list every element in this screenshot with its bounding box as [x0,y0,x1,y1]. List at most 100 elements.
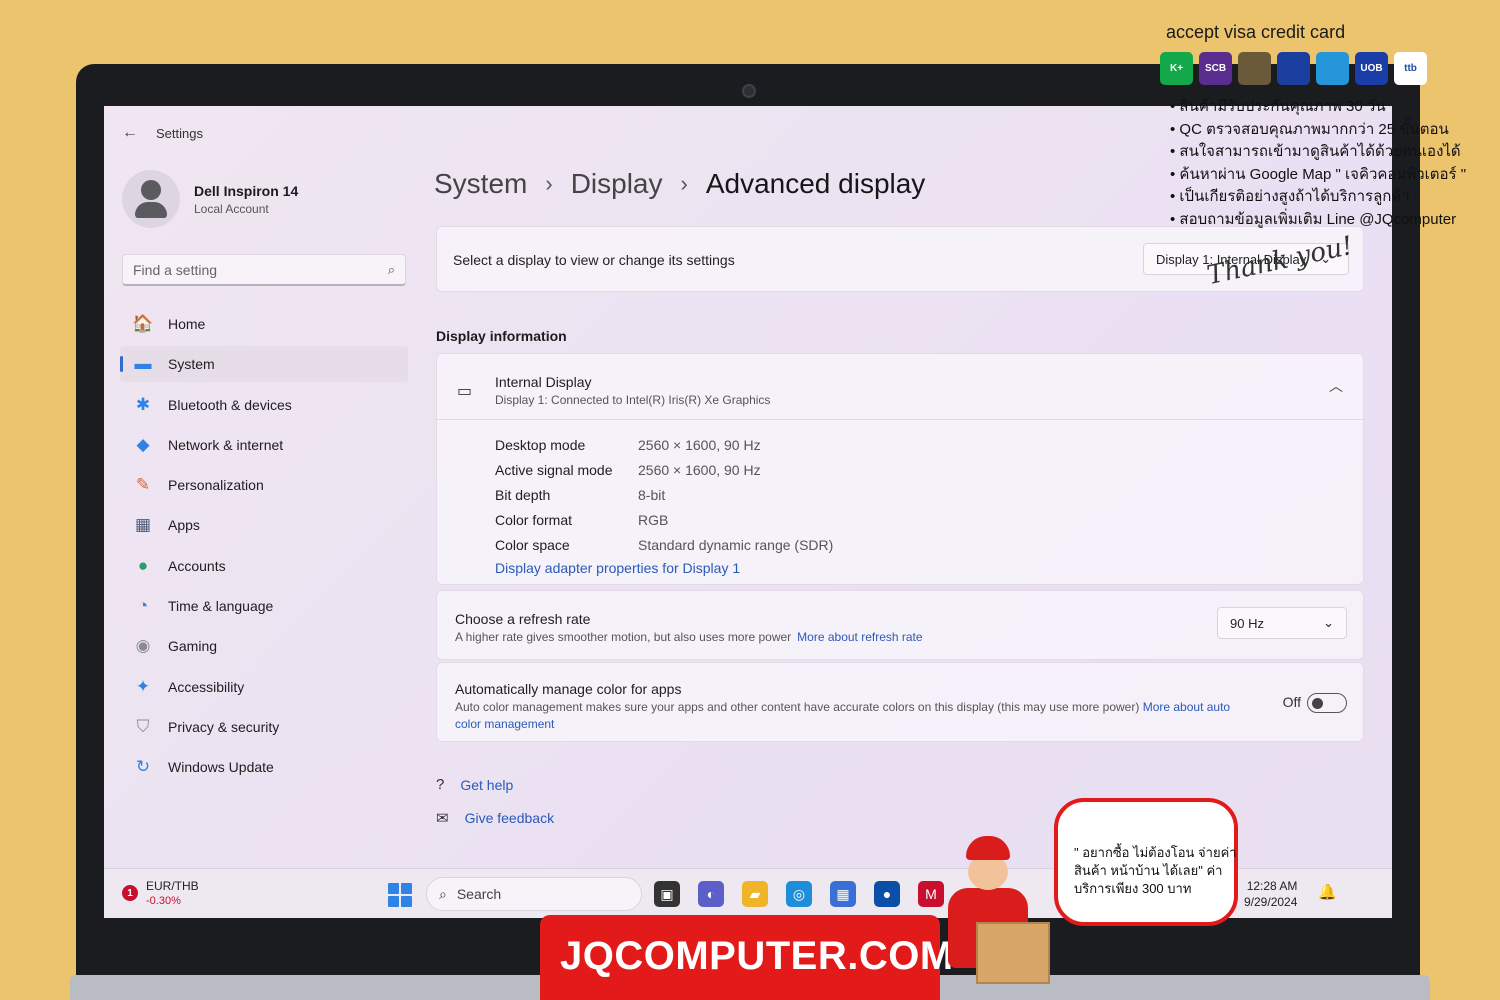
profile[interactable]: Dell Inspiron 14 Local Account [122,170,298,228]
help-icon: ? [436,776,445,793]
info-value: 2560 × 1600, 90 Hz [638,461,761,478]
sidebar-item-label: Apps [168,517,200,534]
widget-badge: 1 [122,885,138,901]
get-help-link[interactable]: ? Get help [436,776,513,793]
mascot-image [940,836,1060,1000]
info-key: Active signal mode [495,461,613,478]
bank-logo-icon [1277,52,1310,85]
sidebar-item-label: Gaming [168,638,218,655]
display-info-header[interactable]: ▭ Internal Display Display 1: Connected … [437,354,1363,420]
privacy-security-icon: ⛉ [136,716,150,736]
file-explorer-icon[interactable]: ▰ [742,881,768,907]
task-view-icon[interactable]: ▣ [654,881,680,907]
webcam-icon [742,84,756,98]
sidebar-item-bluetooth-devices[interactable]: ✱ Bluetooth & devices [120,387,408,423]
page-title: Advanced display [705,168,926,199]
promo-item: สนใจสามารถเข้ามาดูสินค้าได้ด้วยตนเองได้ [1170,141,1466,164]
clock-time: 12:28 AM [1246,879,1298,893]
sidebar-item-network-internet[interactable]: ◆ Network & internet [120,427,408,463]
sidebar-item-label: Network & internet [168,436,284,453]
currency-widget[interactable]: 1 EUR/THB -0.30% [122,879,199,907]
sidebar-item-apps[interactable]: ▦ Apps [120,507,408,543]
info-row: Desktop mode 2560 × 1600, 90 Hz [495,432,833,457]
adapter-properties-link[interactable]: Display adapter properties for Display 1 [495,560,740,576]
bank-logo-icon [1316,52,1349,85]
refresh-rate-value: 90 Hz [1230,615,1264,631]
promo-item: QC ตรวจสอบคุณภาพมากกว่า 25 ขั้นตอน [1170,119,1466,142]
personalization-icon: ✎ [135,475,151,495]
sidebar-item-time-language[interactable]: ◔ Time & language [120,588,408,624]
accessibility-icon: ✦ [135,676,151,696]
dell-icon[interactable]: ● [874,881,900,907]
bank-logo-icon [1238,52,1271,85]
window-title: Settings [156,125,203,141]
sidebar-item-accounts[interactable]: ● Accounts [120,548,408,584]
speech-bubble: " อยากซื้อ ไม่ต้องโอน จ่ายค่าสินค้า หน้า… [1054,798,1238,926]
clock[interactable]: 12:28 AM 9/29/2024 [1244,878,1297,910]
info-value: 2560 × 1600, 90 Hz [638,436,761,453]
visa-text: accept visa credit card [1166,22,1346,42]
auto-color-title: Automatically manage color for apps [455,681,682,697]
back-arrow-icon[interactable]: ← [122,124,138,142]
notification-bell-icon[interactable]: 🔔 [1318,883,1337,901]
info-row: Color format RGB [495,507,833,532]
promo-list: สินค้ามีรับประกันคุณภาพ 30 วันQC ตรวจสอบ… [1170,96,1466,232]
info-key: Color space [495,536,570,553]
taskbar-search[interactable]: ⌕ Search [426,877,642,911]
sidebar-item-system[interactable]: ▬ System [120,346,408,383]
chevron-up-icon[interactable]: ︿ [1329,376,1343,396]
chat-icon[interactable]: ◐ [698,881,724,907]
gaming-icon: ◉ [135,636,151,656]
breadcrumb-display[interactable]: Display [571,168,663,200]
accounts-icon: ● [137,555,149,575]
info-value: 8-bit [638,486,666,503]
network-internet-icon: ◆ [136,434,150,454]
refresh-rate-link[interactable]: More about refresh rate [797,630,922,644]
bank-logos: K+ SCB UOB ttb [1160,52,1427,85]
find-setting-input[interactable]: Find a setting ⌕ [122,254,406,286]
store-icon[interactable]: ▦ [830,881,856,907]
sidebar-item-home[interactable]: 🏠 Home [120,306,408,342]
start-button[interactable] [388,883,412,907]
display-info-rows: Desktop mode 2560 × 1600, 90 Hz Active sig… [495,432,833,557]
sidebar-item-label: Privacy & security [168,718,280,735]
info-row: Active signal mode 2560 × 1600, 90 Hz [495,457,833,482]
sidebar-item-accessibility[interactable]: ✦ Accessibility [120,669,408,705]
widget-title: EUR/THB [146,879,199,893]
auto-color-card: Automatically manage color for apps Auto… [436,662,1364,742]
widget-value: -0.30% [146,895,181,907]
edge-icon[interactable]: ◎ [786,881,812,907]
clock-date: 9/29/2024 [1244,895,1298,909]
sidebar-item-windows-update[interactable]: ↻ Windows Update [120,749,408,785]
sidebar-item-personalization[interactable]: ✎ Personalization [120,467,408,503]
refresh-rate-desc: A higher rate gives smoother motion, but… [455,630,923,644]
bank-logo-icon: ttb [1394,52,1427,85]
refresh-rate-title: Choose a refresh rate [455,611,591,627]
bank-logo-icon: K+ [1160,52,1193,85]
laptop-icon: ▭ [457,383,473,400]
home-icon: 🏠 [132,314,154,333]
taskbar-search-label: Search [456,886,502,902]
search-icon: ⌕ [387,261,395,277]
feedback-icon: ✉ [436,810,449,827]
refresh-rate-dropdown[interactable]: 90 Hz ⌄ [1217,607,1347,639]
profile-account-type: Local Account [194,201,269,216]
breadcrumb-system[interactable]: System [434,168,527,200]
display-info-card: ▭ Internal Display Display 1: Connected … [436,353,1364,585]
apps-icon: ▦ [134,515,152,535]
sidebar-item-label: Bluetooth & devices [168,396,292,413]
avatar [122,170,180,228]
promo-item: สินค้ามีรับประกันคุณภาพ 30 วัน [1170,96,1466,119]
give-feedback-link[interactable]: ✉ Give feedback [436,809,554,827]
display-information-heading: Display information [436,328,567,344]
chevron-right-icon: › [545,171,553,196]
system-icon: ▬ [134,354,152,374]
time-language-icon: ◔ [137,596,149,616]
brand-text: JQCOMPUTER.COM [560,934,954,978]
bank-logo-icon: SCB [1199,52,1232,85]
title-bar: ← Settings [122,124,203,142]
sidebar-item-privacy-security[interactable]: ⛉ Privacy & security [120,709,408,745]
sidebar-item-gaming[interactable]: ◉ Gaming [120,628,408,664]
auto-color-toggle[interactable] [1307,693,1347,713]
info-row: Bit depth 8-bit [495,482,833,507]
